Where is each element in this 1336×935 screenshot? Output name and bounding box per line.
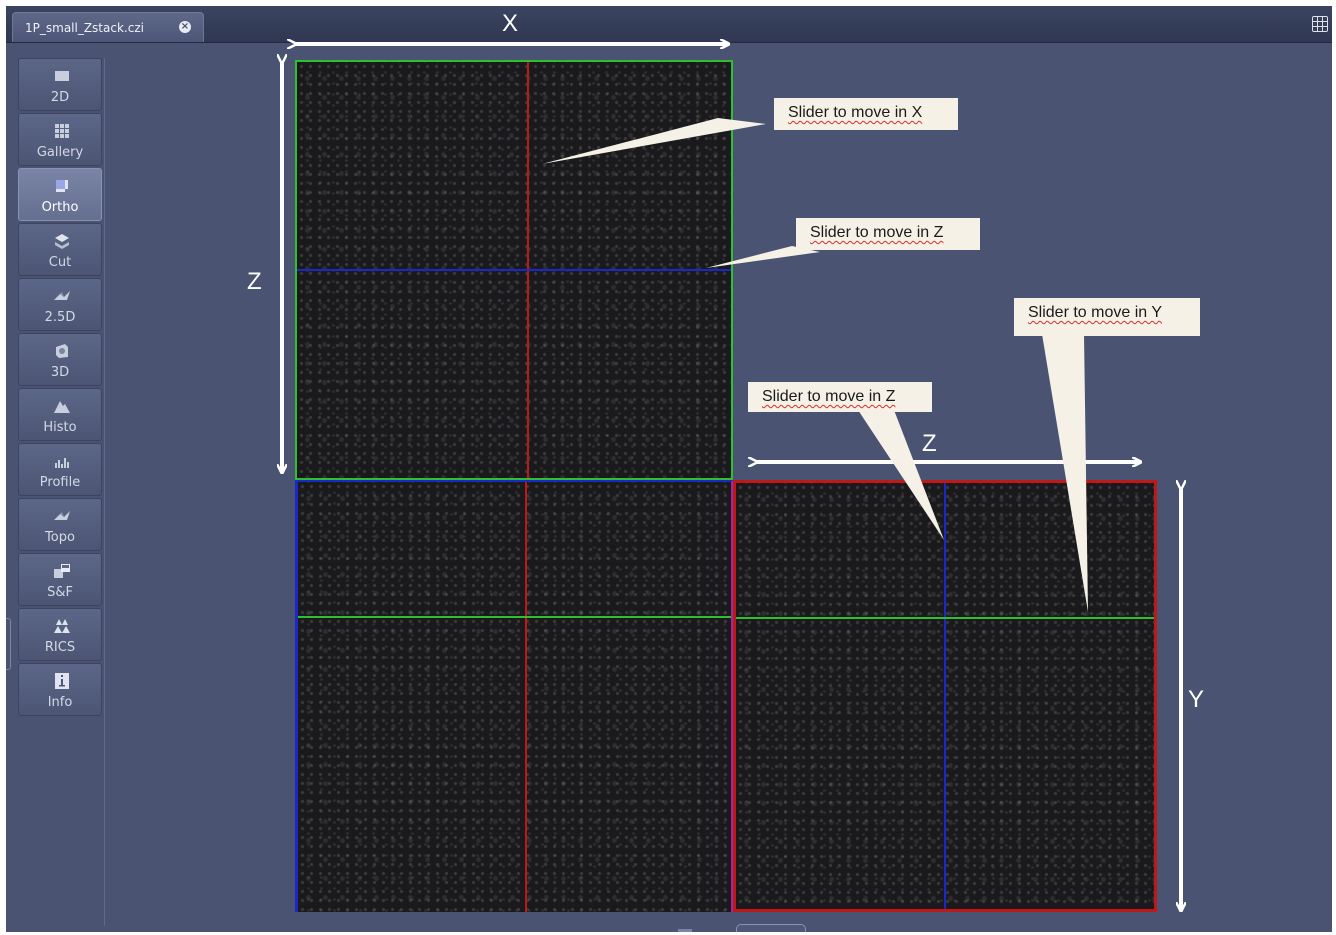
sidebar-item-rics[interactable]: RICS — [18, 608, 102, 661]
sidebar-item-info[interactable]: Info — [18, 663, 102, 716]
callout-slider-z-right: Slider to move in Z — [748, 382, 932, 412]
sidebar-item-label: 2D — [50, 90, 70, 105]
sidebar-item-label: Ortho — [41, 200, 79, 215]
x-slider-line-xz[interactable] — [525, 482, 527, 912]
sidebar-item-label: Profile — [39, 475, 81, 490]
sidebar-item-3d[interactable]: 3D — [18, 333, 102, 386]
callout-slider-z-top: Slider to move in Z — [796, 218, 980, 250]
info-icon — [55, 673, 69, 689]
xz-view[interactable] — [295, 480, 733, 912]
sidebar-item-label: Gallery — [36, 145, 84, 160]
z-axis-label-top: Z — [922, 430, 937, 457]
rics-icon — [54, 619, 70, 633]
z-slider-line[interactable] — [297, 269, 731, 271]
document-tab[interactable]: 1P_small_Zstack.czi × — [12, 12, 204, 42]
callout-text: Slider to move in Z — [762, 388, 896, 405]
app-window: 1P_small_Zstack.czi × 2D Gallery Ortho C… — [6, 6, 1332, 932]
histogram-icon — [54, 401, 70, 413]
sidebar-item-gallery[interactable]: Gallery — [18, 113, 102, 166]
sidebar-item-ortho[interactable]: Ortho — [18, 168, 102, 221]
surface-icon — [54, 291, 70, 300]
xy-view[interactable] — [295, 60, 733, 480]
callout-text: Slider to move in X — [788, 104, 923, 121]
stitch-icon — [54, 564, 70, 578]
cut-icon — [55, 234, 69, 249]
z-axis-label-left: Z — [247, 268, 262, 295]
view-sidebar: 2D Gallery Ortho Cut 2.5D 3D Histo Profi… — [18, 58, 105, 926]
sidebar-item-s-and-f[interactable]: S&F — [18, 553, 102, 606]
sidebar-collapse-handle[interactable] — [6, 618, 11, 670]
bottom-panel-tab[interactable] — [736, 924, 806, 932]
callout-slider-x: Slider to move in X — [774, 98, 958, 130]
sidebar-item-histo[interactable]: Histo — [18, 388, 102, 441]
sidebar-item-profile[interactable]: Profile — [18, 443, 102, 496]
cube-icon — [56, 344, 68, 358]
callout-text: Slider to move in Z — [810, 224, 944, 241]
rectangle-icon — [55, 71, 69, 81]
callout-slider-y: Slider to move in Y — [1014, 298, 1200, 336]
z-slider-line-yz[interactable] — [944, 483, 946, 909]
sidebar-item-2d[interactable]: 2D — [18, 58, 102, 111]
grid-icon — [55, 124, 69, 138]
sidebar-item-label: S&F — [47, 585, 73, 600]
sidebar-item-label: Topo — [45, 530, 75, 545]
sidebar-item-label: 2.5D — [44, 310, 76, 325]
yz-view[interactable] — [733, 480, 1157, 912]
callout-text: Slider to move in Y — [1028, 304, 1162, 321]
layout-grid-icon[interactable] — [1312, 16, 1328, 32]
sidebar-item-label: Histo — [43, 420, 77, 435]
y-slider-line-xz[interactable] — [298, 616, 731, 618]
document-tab-label: 1P_small_Zstack.czi — [25, 21, 144, 35]
y-axis-label: Y — [1188, 686, 1205, 713]
sidebar-item-topo[interactable]: Topo — [18, 498, 102, 551]
xz-image — [298, 482, 731, 912]
sidebar-item-label: Cut — [48, 255, 72, 270]
ortho-icon — [56, 180, 68, 192]
sidebar-item-label: Info — [47, 695, 73, 710]
close-icon[interactable]: × — [179, 21, 191, 33]
x-axis-label: X — [502, 10, 519, 37]
sidebar-item-label: 3D — [50, 365, 70, 380]
sidebar-item-2-5d[interactable]: 2.5D — [18, 278, 102, 331]
y-slider-line-yz[interactable] — [736, 617, 1154, 619]
sidebar-item-cut[interactable]: Cut — [18, 223, 102, 276]
drag-grip[interactable] — [678, 929, 692, 932]
profile-icon — [55, 458, 69, 468]
sidebar-item-label: RICS — [44, 640, 76, 655]
topo-icon — [54, 511, 70, 520]
document-tab-bar: 1P_small_Zstack.czi × — [6, 6, 1332, 43]
